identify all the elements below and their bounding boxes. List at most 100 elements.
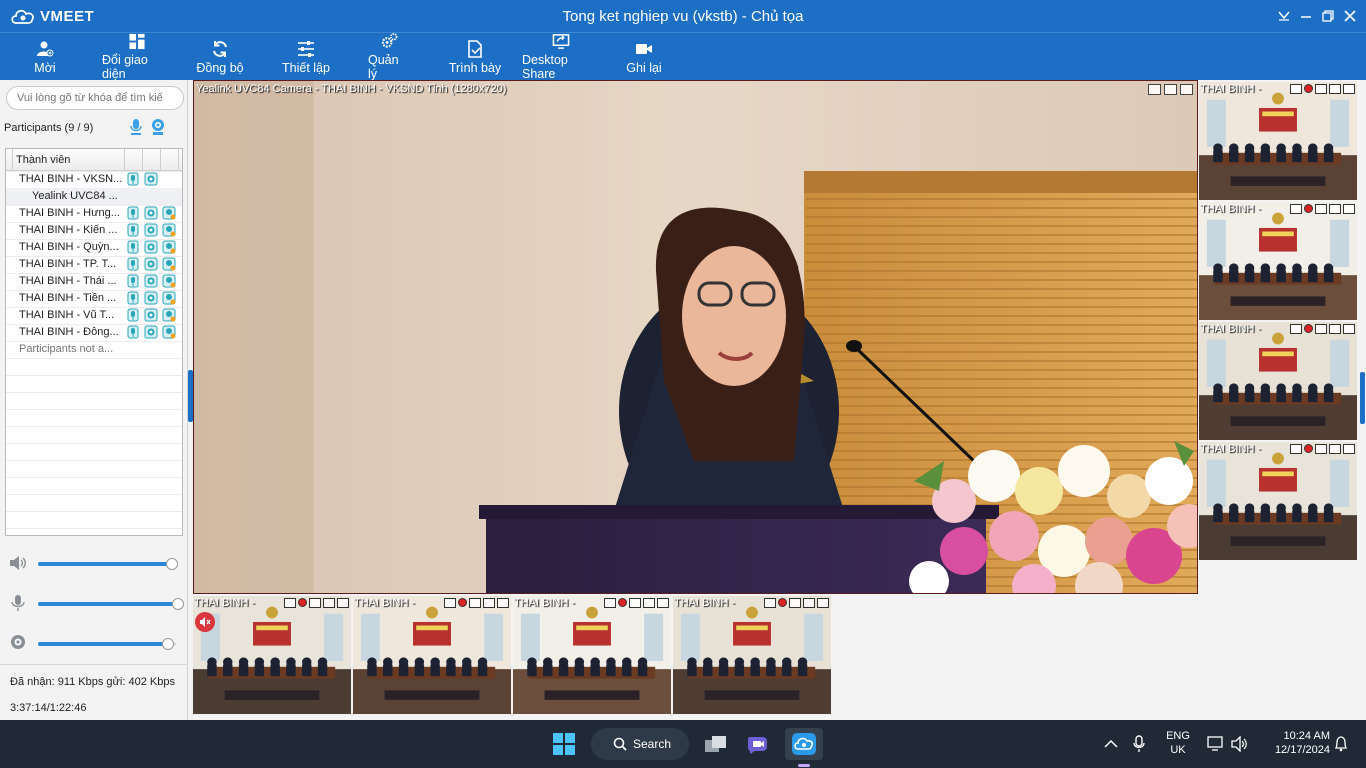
participant-video-thumbnail[interactable]: THAI BINH - Đ bbox=[1199, 202, 1357, 320]
manage-button[interactable]: Quản lý bbox=[364, 33, 414, 81]
network-icon[interactable] bbox=[1206, 728, 1226, 760]
taskbar-search[interactable]: Search bbox=[591, 728, 689, 760]
mic-status-icon[interactable] bbox=[126, 257, 140, 271]
camera-status-icon[interactable] bbox=[144, 291, 158, 305]
language-indicator[interactable]: ENG UK bbox=[1160, 730, 1196, 756]
mic-status-icon[interactable] bbox=[126, 223, 140, 237]
maximize-icon[interactable] bbox=[337, 598, 349, 608]
list-icon[interactable] bbox=[1329, 444, 1341, 454]
camera-status-icon[interactable] bbox=[144, 240, 158, 254]
signal-bars-icon[interactable] bbox=[604, 598, 616, 608]
sync-button[interactable]: Đồng bộ bbox=[192, 33, 248, 81]
camera-status-icon[interactable] bbox=[144, 308, 158, 322]
participant-device-row[interactable]: Yealink UVC84 ... bbox=[6, 188, 182, 205]
chat-icon[interactable] bbox=[1315, 84, 1327, 94]
mic-status-icon[interactable] bbox=[126, 240, 140, 254]
all-camera-icon[interactable] bbox=[150, 118, 166, 136]
microphone-tray-icon[interactable] bbox=[1130, 728, 1148, 760]
vmeet-app-button[interactable] bbox=[785, 728, 823, 767]
mic-status-icon[interactable] bbox=[126, 274, 140, 288]
chat-icon[interactable] bbox=[629, 598, 641, 608]
mic-off-icon[interactable] bbox=[1304, 324, 1313, 333]
present-button[interactable]: Trình bày bbox=[444, 33, 506, 81]
start-button[interactable] bbox=[550, 728, 578, 760]
share-status-icon[interactable] bbox=[162, 274, 176, 288]
signal-bars-icon[interactable] bbox=[444, 598, 456, 608]
share-status-icon[interactable] bbox=[162, 308, 176, 322]
chat-icon[interactable] bbox=[1315, 324, 1327, 334]
list-icon[interactable] bbox=[643, 598, 655, 608]
mic-off-icon[interactable] bbox=[618, 598, 627, 607]
mic-off-icon[interactable] bbox=[1304, 204, 1313, 213]
maximize-icon[interactable] bbox=[817, 598, 829, 608]
share-status-icon[interactable] bbox=[162, 223, 176, 237]
participant-row[interactable]: THAI BINH - Tiền ... bbox=[6, 290, 182, 307]
maximize-icon[interactable] bbox=[657, 598, 669, 608]
mic-off-icon[interactable] bbox=[778, 598, 787, 607]
mic-status-icon[interactable] bbox=[126, 172, 140, 186]
column-header-member[interactable]: Thành viên bbox=[16, 154, 70, 166]
system-clock[interactable]: 10:24 AM 12/17/2024 bbox=[1258, 730, 1330, 756]
list-icon[interactable] bbox=[1329, 204, 1341, 214]
mic-status-icon[interactable] bbox=[126, 291, 140, 305]
maximize-icon[interactable] bbox=[497, 598, 509, 608]
list-icon[interactable] bbox=[323, 598, 335, 608]
maximize-icon[interactable] bbox=[1343, 324, 1355, 334]
share-status-icon[interactable] bbox=[162, 257, 176, 271]
participant-row[interactable]: THAI BINH - TP. T... bbox=[6, 256, 182, 273]
participant-video-thumbnail[interactable]: THAI BINH - VKSND bbox=[193, 596, 351, 714]
participant-video-thumbnail[interactable]: THAI BINH - V bbox=[353, 596, 511, 714]
maximize-icon[interactable] bbox=[1343, 204, 1355, 214]
settings-button[interactable]: Thiết lập bbox=[278, 33, 334, 81]
participant-row[interactable]: THAI BINH - Đông... bbox=[6, 324, 182, 341]
signal-bars-icon[interactable] bbox=[1290, 204, 1302, 214]
speaker-muted-icon[interactable] bbox=[195, 612, 215, 632]
collapse-icon[interactable] bbox=[1276, 6, 1292, 26]
mic-off-icon[interactable] bbox=[298, 598, 307, 607]
mic-status-icon[interactable] bbox=[126, 325, 140, 339]
speaker-volume-slider[interactable] bbox=[38, 558, 178, 570]
share-status-icon[interactable] bbox=[162, 291, 176, 305]
close-icon[interactable] bbox=[1342, 6, 1358, 26]
camera-status-icon[interactable] bbox=[144, 257, 158, 271]
participant-search-input[interactable] bbox=[6, 86, 184, 110]
maximize-icon[interactable] bbox=[1180, 84, 1193, 95]
maximize-icon[interactable] bbox=[1343, 444, 1355, 454]
signal-bars-icon[interactable] bbox=[764, 598, 776, 608]
participant-row[interactable]: THAI BINH - Quỳn... bbox=[6, 239, 182, 256]
participant-video-thumbnail[interactable]: THAI BINH - T bbox=[513, 596, 671, 714]
invite-button[interactable]: Mời bbox=[28, 33, 62, 81]
task-view-button[interactable] bbox=[702, 728, 730, 760]
chat-icon[interactable] bbox=[1315, 444, 1327, 454]
camera-status-icon[interactable] bbox=[144, 223, 158, 237]
mic-status-icon[interactable] bbox=[126, 308, 140, 322]
share-status-icon[interactable] bbox=[162, 240, 176, 254]
mic-off-icon[interactable] bbox=[1304, 84, 1313, 93]
mic-off-icon[interactable] bbox=[1304, 444, 1313, 453]
participant-video-thumbnail[interactable]: THAI BINH - Q bbox=[1199, 82, 1357, 200]
camera-status-icon[interactable] bbox=[144, 172, 158, 186]
list-icon[interactable] bbox=[1329, 84, 1341, 94]
participant-row[interactable]: THAI BINH - Kiến ... bbox=[6, 222, 182, 239]
participant-row[interactable]: THAI BINH - Thái ... bbox=[6, 273, 182, 290]
signal-bars-icon[interactable] bbox=[284, 598, 296, 608]
maximize-icon[interactable] bbox=[1343, 84, 1355, 94]
chat-icon[interactable] bbox=[1315, 204, 1327, 214]
list-icon[interactable] bbox=[483, 598, 495, 608]
volume-icon[interactable] bbox=[1230, 728, 1250, 760]
share-status-icon[interactable] bbox=[162, 206, 176, 220]
camera-level-slider[interactable] bbox=[38, 638, 176, 650]
camera-status-icon[interactable] bbox=[144, 274, 158, 288]
participant-video-thumbnail[interactable]: THAI BINH - K bbox=[673, 596, 831, 714]
participant-row[interactable]: THAI BINH - VKSN... bbox=[6, 171, 182, 188]
teams-app-button[interactable] bbox=[744, 728, 772, 760]
user-icon[interactable] bbox=[1148, 84, 1161, 95]
minimize-icon[interactable] bbox=[1298, 6, 1314, 26]
share-status-icon[interactable] bbox=[162, 325, 176, 339]
participant-row[interactable]: THAI BINH - Hưng... bbox=[6, 205, 182, 222]
participant-video-thumbnail[interactable]: THAI BINH - T bbox=[1199, 442, 1357, 560]
desktop-share-button[interactable]: Desktop Share bbox=[518, 33, 604, 81]
signal-bars-icon[interactable] bbox=[1290, 444, 1302, 454]
signal-bars-icon[interactable] bbox=[1290, 84, 1302, 94]
chat-icon[interactable] bbox=[789, 598, 801, 608]
